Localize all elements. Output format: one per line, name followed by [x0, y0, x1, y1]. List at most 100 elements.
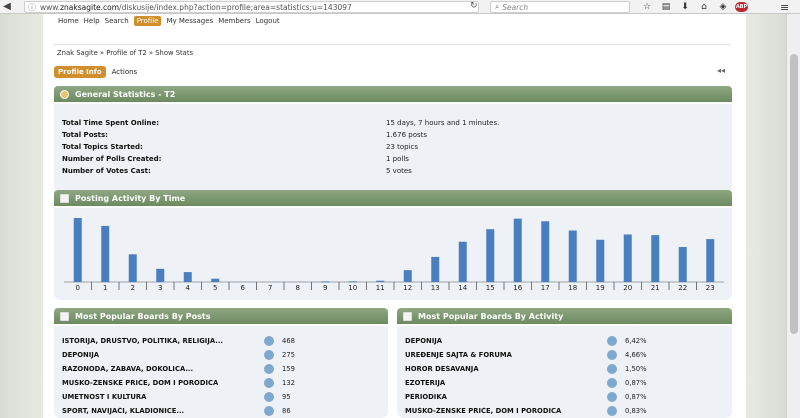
scrollbar-thumb[interactable] [790, 54, 798, 334]
profile-tabs: Profile Info Actions [54, 66, 137, 78]
stat-row: Total Posts: 1.676 posts [54, 129, 732, 141]
search-icon: ⌕ [495, 2, 500, 11]
stat-row: Number of Votes Cast: 5 votes [54, 165, 732, 177]
chart-tick-label: 23 [706, 284, 715, 292]
chart-tick-label: 2 [131, 284, 135, 292]
stat-label: Total Posts: [62, 131, 108, 139]
chart-bar-hour-2 [128, 254, 137, 282]
board-link[interactable]: DEPONIJA [397, 337, 607, 345]
pie-icon [607, 350, 617, 360]
chart-bar-hour-23 [706, 239, 715, 282]
bookmark-star-icon[interactable]: ☆ [640, 1, 654, 13]
board-link[interactable]: EZOTERIJA [397, 379, 607, 387]
chart-icon [60, 193, 69, 203]
pie-icon [607, 336, 617, 346]
chart-tick-label: 21 [651, 284, 660, 292]
hamburger-menu-icon[interactable]: ≡ [780, 1, 789, 14]
back-icon[interactable]: ◀ [0, 0, 14, 14]
board-link[interactable]: PERIODIKA [397, 393, 607, 401]
stat-value: 1 polls [386, 155, 409, 163]
menu-home[interactable]: Home [58, 17, 79, 25]
chart-tick-label: 3 [158, 284, 162, 292]
url-domain: znaksagite.com [60, 2, 120, 12]
general-stats-header: General Statistics - T2 [54, 86, 732, 102]
board-link[interactable]: HOROR DEŠAVANJA [397, 365, 607, 373]
board-value: 132 [282, 379, 295, 387]
board-link[interactable]: ISTORIJA, DRUŠTVO, POLITIKA, RELIGIJA... [54, 337, 264, 345]
reload-icon[interactable]: ↻ [470, 1, 478, 11]
menu-members[interactable]: Members [218, 17, 250, 25]
chart-bar-hour-12 [403, 270, 412, 282]
board-link[interactable]: RAZONODA, ZABAVA, DOKOLICA... [54, 365, 264, 373]
address-bar[interactable]: ⓘ www. znaksagite.com/diskusije/index.php… [24, 1, 479, 13]
chart-tick-label: 11 [376, 284, 385, 292]
chart-bar-hour-19 [596, 239, 605, 282]
chart-bar-hour-5 [211, 278, 220, 282]
board-link[interactable]: MUŠKO-ŽENSKE PRIČE, DOM I PORODICA [397, 407, 607, 415]
reading-list-icon[interactable]: ▤ [659, 1, 673, 13]
chart-tick-label: 7 [268, 284, 272, 292]
chart-tick-label: 19 [596, 284, 605, 292]
chart-bar-hour-16 [513, 218, 522, 282]
board-link[interactable]: DEPONIJA [54, 351, 264, 359]
chart-tick-label: 8 [296, 284, 300, 292]
stat-value: 23 topics [386, 143, 419, 151]
url-path: /diskusije/index.php?action=profile;area… [119, 2, 352, 12]
home-icon[interactable]: ⌂ [697, 1, 711, 13]
pie-icon [264, 406, 274, 416]
board-link[interactable]: UMETNOST I KULTURA [54, 393, 264, 401]
collapse-icon[interactable]: ◂◂ [717, 66, 725, 75]
chart-bar-hour-0 [73, 217, 82, 282]
chart-bar-hour-1 [101, 225, 110, 282]
chart-bar-hour-13 [431, 256, 440, 282]
tab-actions[interactable]: Actions [112, 68, 138, 76]
board-icon [60, 311, 69, 321]
download-icon[interactable]: ⬇ [678, 1, 692, 13]
board-value: 468 [282, 337, 295, 345]
stats-icon [60, 89, 69, 99]
info-icon[interactable]: ⓘ [28, 2, 36, 12]
board-link[interactable]: SPORT, NAVIJAČI, KLADIONICE... [54, 407, 264, 415]
board-link[interactable]: MUŠKO-ŽENSKE PRIČE, DOM I PORODICA [54, 379, 264, 387]
list-item: DEPONIJA 275 [54, 348, 388, 362]
menu-profile[interactable]: Profile [133, 16, 162, 26]
board-link[interactable]: UREĐENJE SAJTA & FORUMA [397, 351, 607, 359]
menu-logout[interactable]: Logout [256, 17, 280, 25]
stat-value: 5 votes [386, 167, 412, 175]
pie-icon [264, 364, 274, 374]
board-value: 6,42% [625, 337, 647, 345]
boards-activity-panel: DEPONIJA 6,42% UREĐENJE SAJTA & FORUMA 4,6… [397, 326, 732, 418]
stat-row: Number of Polls Created: 1 polls [54, 153, 732, 165]
pie-icon [607, 406, 617, 416]
board-value: 1,50% [625, 365, 647, 373]
pie-icon [607, 364, 617, 374]
page-background-right [746, 14, 786, 418]
breadcrumb[interactable]: Znak Sagite » Profile of T2 » Show Stats [57, 49, 193, 57]
list-item: PERIODIKA 0,87% [397, 390, 732, 404]
toolbar-icons: ☆ ▤ ⬇ ⌂ ◈ ABP [640, 1, 748, 13]
menu-help[interactable]: Help [84, 17, 100, 25]
activity-title: Posting Activity By Time [75, 193, 186, 203]
pocket-icon[interactable]: ◈ [716, 1, 730, 13]
general-stats-panel: Total Time Spent Online: 15 days, 7 hours… [54, 104, 732, 194]
chart-tick-label: 13 [431, 284, 440, 292]
chart-tick-label: 5 [213, 284, 217, 292]
chart-bar-hour-20 [623, 234, 632, 282]
chart-tick-label: 15 [486, 284, 495, 292]
stat-label: Total Topics Started: [62, 143, 143, 151]
browser-search-input[interactable]: ⌕ Search [490, 1, 630, 13]
chart-tick-label: 6 [241, 284, 246, 292]
adblock-icon[interactable]: ABP [735, 2, 748, 12]
scrollbar[interactable] [786, 14, 800, 418]
pie-icon [264, 392, 274, 402]
board-icon [403, 311, 412, 321]
chart-bar-hour-17 [541, 221, 550, 282]
menu-my-messages[interactable]: My Messages [166, 17, 213, 25]
chart-tick-label: 16 [513, 284, 522, 292]
chart-bar-hour-4 [183, 272, 192, 282]
chart-bar-hour-15 [486, 229, 495, 282]
tab-profile-info[interactable]: Profile Info [54, 66, 106, 78]
board-value: 275 [282, 351, 295, 359]
chart-tick-label: 12 [403, 284, 412, 292]
menu-search[interactable]: Search [105, 17, 129, 25]
